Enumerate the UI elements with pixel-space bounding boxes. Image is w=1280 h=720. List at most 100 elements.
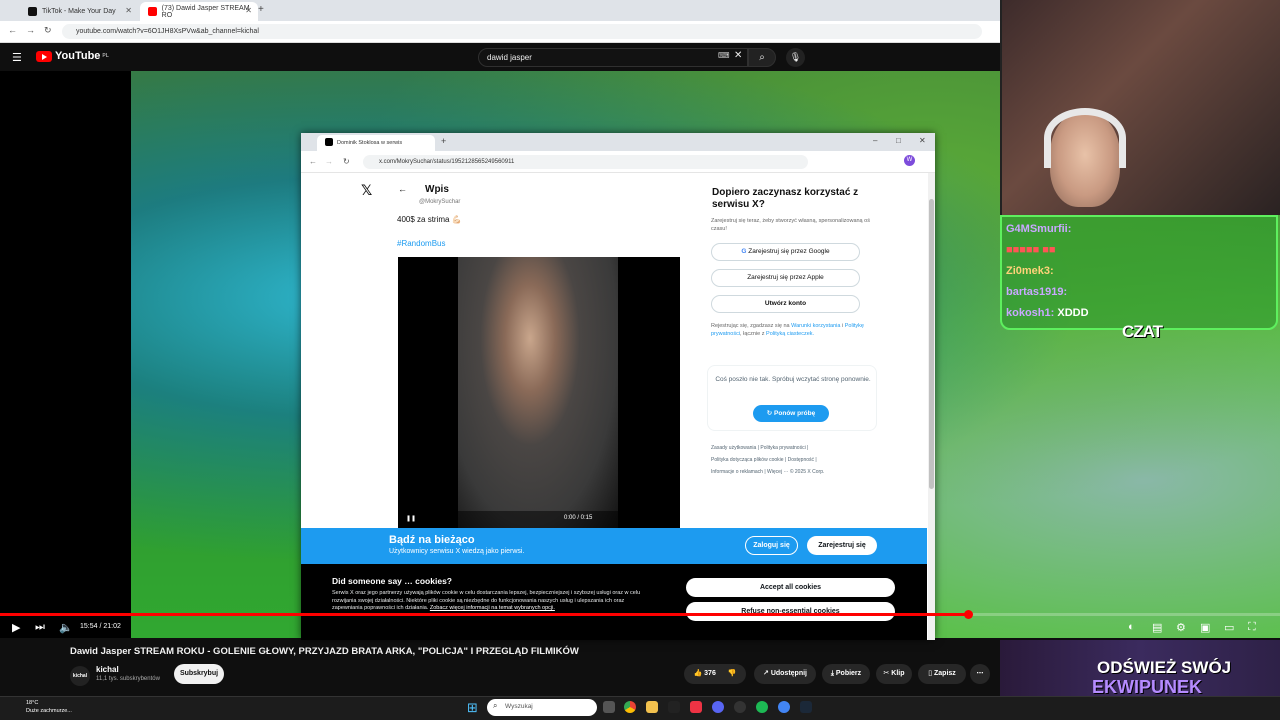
footer-link[interactable]: Informacje o reklamach [711,469,763,475]
maximize-icon[interactable]: □ [896,136,901,145]
tweet-video[interactable]: ❚❚ 0:00 / 0:15 [398,257,680,528]
back-icon[interactable]: ← [8,25,17,35]
hashtag-link[interactable]: #RandomBus [397,239,445,248]
refuse-cookies-button[interactable]: Refuse non-essential cookies [686,602,895,621]
theater-icon[interactable]: ▭ [1224,621,1234,634]
minimize-icon[interactable]: – [873,136,877,145]
tweet-handle[interactable]: @MokrySuchar [419,199,460,205]
x-logo-icon[interactable]: 𝕏 [361,182,372,199]
create-account-button[interactable]: Utwórz konto [711,295,860,313]
tab-youtube[interactable]: (73) Dawid Jasper STREAM RO ✕ [140,2,258,21]
profile-avatar[interactable]: W [904,155,915,166]
progress-scrubber[interactable] [963,610,973,619]
url-field[interactable]: youtube.com/watch?v=6O1JH8XsPVw&ab_chann… [62,24,982,39]
app-icon[interactable] [668,701,680,713]
search-button[interactable]: ⌕ [748,48,776,67]
search-input[interactable]: dawid jasper [478,48,748,67]
tab-label: TikTok - Make Your Day [42,8,116,15]
new-tab-icon[interactable]: + [441,136,446,146]
chat-message: ■■■■■ ■■ [1006,244,1056,256]
clear-search-icon[interactable]: ✕ [734,50,742,61]
tab-tiktok[interactable]: TikTok - Make Your Day ✕ [20,2,138,21]
terms-link[interactable]: Warunki korzystania [791,323,840,329]
channel-avatar[interactable]: kichal [70,666,90,686]
progress-fill [0,613,968,616]
taskbar-search[interactable]: Wyszukaj [487,699,597,716]
keyboard-icon[interactable]: ⌨ [718,51,730,60]
signup-title: Dopiero zaczynasz korzystać z serwisu X? [712,187,859,210]
steam-icon[interactable] [800,701,812,713]
app-icon[interactable] [734,701,746,713]
task-view-icon[interactable] [603,701,615,713]
scrollbar[interactable] [928,173,935,640]
footer-link[interactable]: Zasady użytkowania [711,445,756,451]
autoplay-toggle-icon[interactable]: ◐ [1128,621,1135,633]
next-icon[interactable]: ⏭ [35,621,45,634]
save-button[interactable]: ▯ Zapisz [918,664,966,684]
accept-cookies-button[interactable]: Accept all cookies [686,578,895,597]
embedded-url-field[interactable]: x.com/MokrySuchar/status/195212856524956… [363,155,808,169]
tab-label: (73) Dawid Jasper STREAM RO [161,4,250,19]
footer-link[interactable]: Polityka prywatności [760,445,805,451]
promo-line-2: EKWIPUNEK [1092,677,1203,697]
video-title: Dawid Jasper STREAM ROKU - GOLENIE GŁOWY… [70,646,579,657]
more-icon[interactable]: ⋯ [970,664,990,684]
footer-link[interactable]: Więcej ··· [767,469,788,475]
weather-widget[interactable]: 18°C Duże zachmurze... [26,699,72,715]
google-signup-button[interactable]: G Zarejestruj się przez Google [711,243,860,261]
like-icon: 👍 [693,670,703,677]
fullscreen-icon[interactable]: ⛶ [1248,621,1256,634]
close-icon[interactable]: ✕ [245,6,252,15]
forward-icon[interactable]: → [26,25,35,35]
close-icon[interactable]: ✕ [125,6,132,15]
footer-link[interactable]: Polityka dotycząca plików cookie [711,457,784,463]
spotify-icon[interactable] [756,701,768,713]
subscribe-button[interactable]: Subskrybuj [174,664,224,684]
apple-signup-button[interactable]: Zarejestruj się przez Apple [711,269,860,287]
chrome-icon[interactable] [624,701,636,713]
reload-icon[interactable]: ↻ [343,157,350,166]
cookie-policy-link[interactable]: Polityką ciasteczek. [766,331,814,337]
clip-button[interactable]: ✂ Klip [876,664,912,684]
footer-links: Zasady użytkowania | Polityka prywatnośc… [711,445,825,475]
scrollbar-thumb[interactable] [929,199,934,489]
footer-link[interactable]: Dostępność [788,457,814,463]
dislike-icon: 👎 [727,670,737,677]
subtitles-icon[interactable]: ▤ [1152,621,1162,634]
retry-button[interactable]: ↻ Ponów próbę [753,405,829,422]
download-button[interactable]: ⤓ Pobierz [822,664,870,684]
volume-icon[interactable]: 🔈 [59,621,73,634]
like-dislike-button[interactable]: 👍 376 👎 [684,664,746,684]
cookie-body: Serwis X oraz jego partnerzy używają pli… [332,590,641,611]
cookie-title: Did someone say … cookies? [332,576,452,586]
chat-message: kokosh1: XDDD [1006,307,1089,319]
register-button[interactable]: Zarejestruj się [807,536,877,555]
channel-name[interactable]: kichal [96,665,119,674]
window-close-icon[interactable]: ✕ [919,136,926,145]
back-arrow-icon[interactable]: ← [398,184,407,194]
reload-icon[interactable]: ↻ [44,25,52,36]
back-icon[interactable]: ← [309,157,317,166]
forward-icon[interactable]: → [325,157,333,166]
discord-icon[interactable] [712,701,724,713]
menu-icon[interactable]: ☰ [12,51,22,64]
chat-message: G4MSmurfii: [1006,223,1072,235]
youtube-logo[interactable]: YouTube PL [36,50,109,62]
error-text: Coś poszło nie tak. Spróbuj wczytać stro… [715,376,871,383]
pause-icon[interactable]: ❚❚ [406,516,416,522]
embedded-tab[interactable]: Dominik Stoklosa w serwis [317,135,435,151]
windows-start-icon[interactable]: ⊞ [467,700,478,716]
share-button[interactable]: ↗ Udostępnij [754,664,816,684]
new-tab-icon[interactable]: + [258,4,264,15]
cookie-more-link[interactable]: Zobacz więcej informacji na temat wybran… [430,605,555,611]
chrome-icon[interactable] [778,701,790,713]
play-icon[interactable]: ▶ [12,621,20,634]
miniplayer-icon[interactable]: ▣ [1200,621,1210,634]
file-explorer-icon[interactable] [646,701,658,713]
settings-icon[interactable]: ⚙ [1176,621,1186,634]
app-icon[interactable] [690,701,702,713]
mic-icon[interactable]: 🎙 [786,48,805,67]
tweet-text: 400$ za strima 💪🏻 [397,215,462,224]
progress-bar[interactable] [0,610,1280,619]
login-button[interactable]: Zaloguj się [745,536,798,555]
